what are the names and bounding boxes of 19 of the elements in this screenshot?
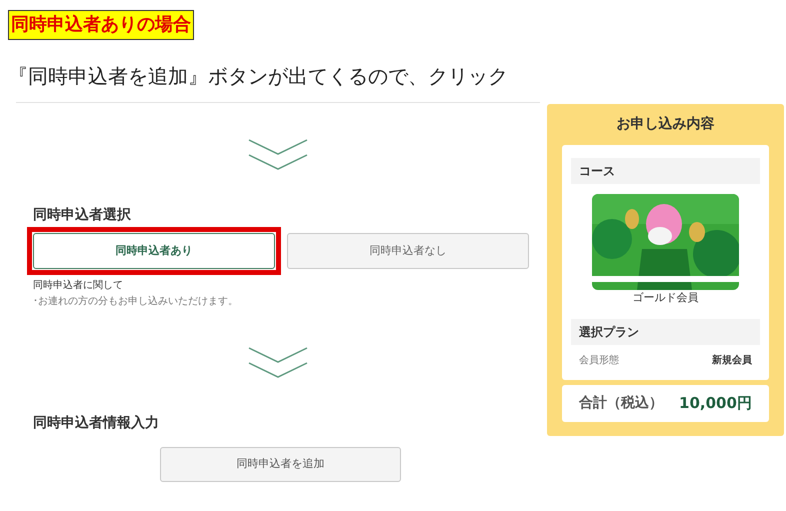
plan-value: 新規会員 (712, 353, 752, 368)
double-chevron-icon (248, 347, 308, 379)
plan-header: 選択プラン (571, 319, 760, 345)
note-title: 同時申込者に関して (33, 279, 124, 293)
total-value: 10,000円 (679, 393, 752, 414)
total-label: 合計（税込） (579, 394, 664, 413)
choice-button[interactable]: 同時申込者あり (33, 233, 275, 269)
summary-title: お申し込み内容 (616, 114, 716, 134)
annotation-label: 同時申込者ありの場合 (8, 10, 194, 40)
course-header: コース (571, 158, 760, 184)
section-heading: 同時申込者情報入力 (33, 414, 160, 433)
double-chevron-icon (248, 139, 308, 171)
instruction-text: 『同時申込者を追加』ボタンが出てくるので、クリック (7, 63, 509, 90)
course-name: ゴールド会員 (632, 291, 700, 305)
note-text: ･お連れの方の分もお申し込みいただけます。 (33, 295, 239, 309)
section-heading: 同時申込者選択 (33, 206, 132, 225)
plan-label: 会員形態 (579, 354, 619, 368)
choice-button[interactable]: 同時申込者なし (287, 233, 529, 269)
add-companion-button[interactable]: 同時申込者を追加 (160, 447, 401, 482)
